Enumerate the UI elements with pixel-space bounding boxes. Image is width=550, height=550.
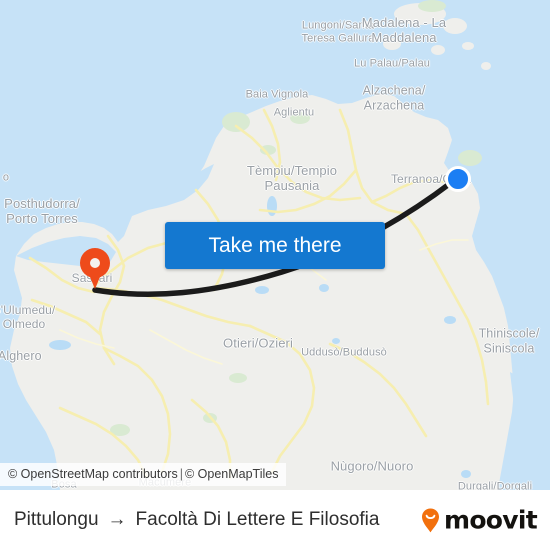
trip-origin: Pittulongu (14, 509, 99, 530)
pin-hole (90, 258, 100, 268)
destination-pin[interactable] (80, 248, 110, 290)
map-canvas[interactable]: Lungoni/Santa Teresa Gallura Madalena - … (0, 0, 550, 490)
moovit-logo[interactable]: moovit (419, 505, 538, 535)
openmaptiles-attribution-link[interactable]: © OpenMapTiles (185, 467, 279, 481)
attribution-separator: | (179, 467, 183, 481)
arrow-icon: → (107, 509, 127, 530)
take-me-there-button[interactable]: Take me there (165, 222, 385, 269)
trip-destination: Facoltà Di Lettere E Filosofia (135, 509, 380, 530)
bottom-bar: Pittulongu → Facoltà Di Lettere E Filoso… (0, 490, 550, 550)
moovit-wordmark: moovit (443, 505, 538, 535)
origin-dot[interactable] (445, 166, 471, 192)
moovit-pin-icon (421, 508, 439, 532)
map-attribution: © OpenStreetMap contributors | © OpenMapTi… (0, 463, 287, 486)
screen: Lungoni/Santa Teresa Gallura Madalena - … (0, 0, 550, 550)
osm-attribution-link[interactable]: © OpenStreetMap contributors (8, 467, 178, 481)
trip-summary: Pittulongu → Facoltà Di Lettere E Filoso… (14, 509, 379, 531)
